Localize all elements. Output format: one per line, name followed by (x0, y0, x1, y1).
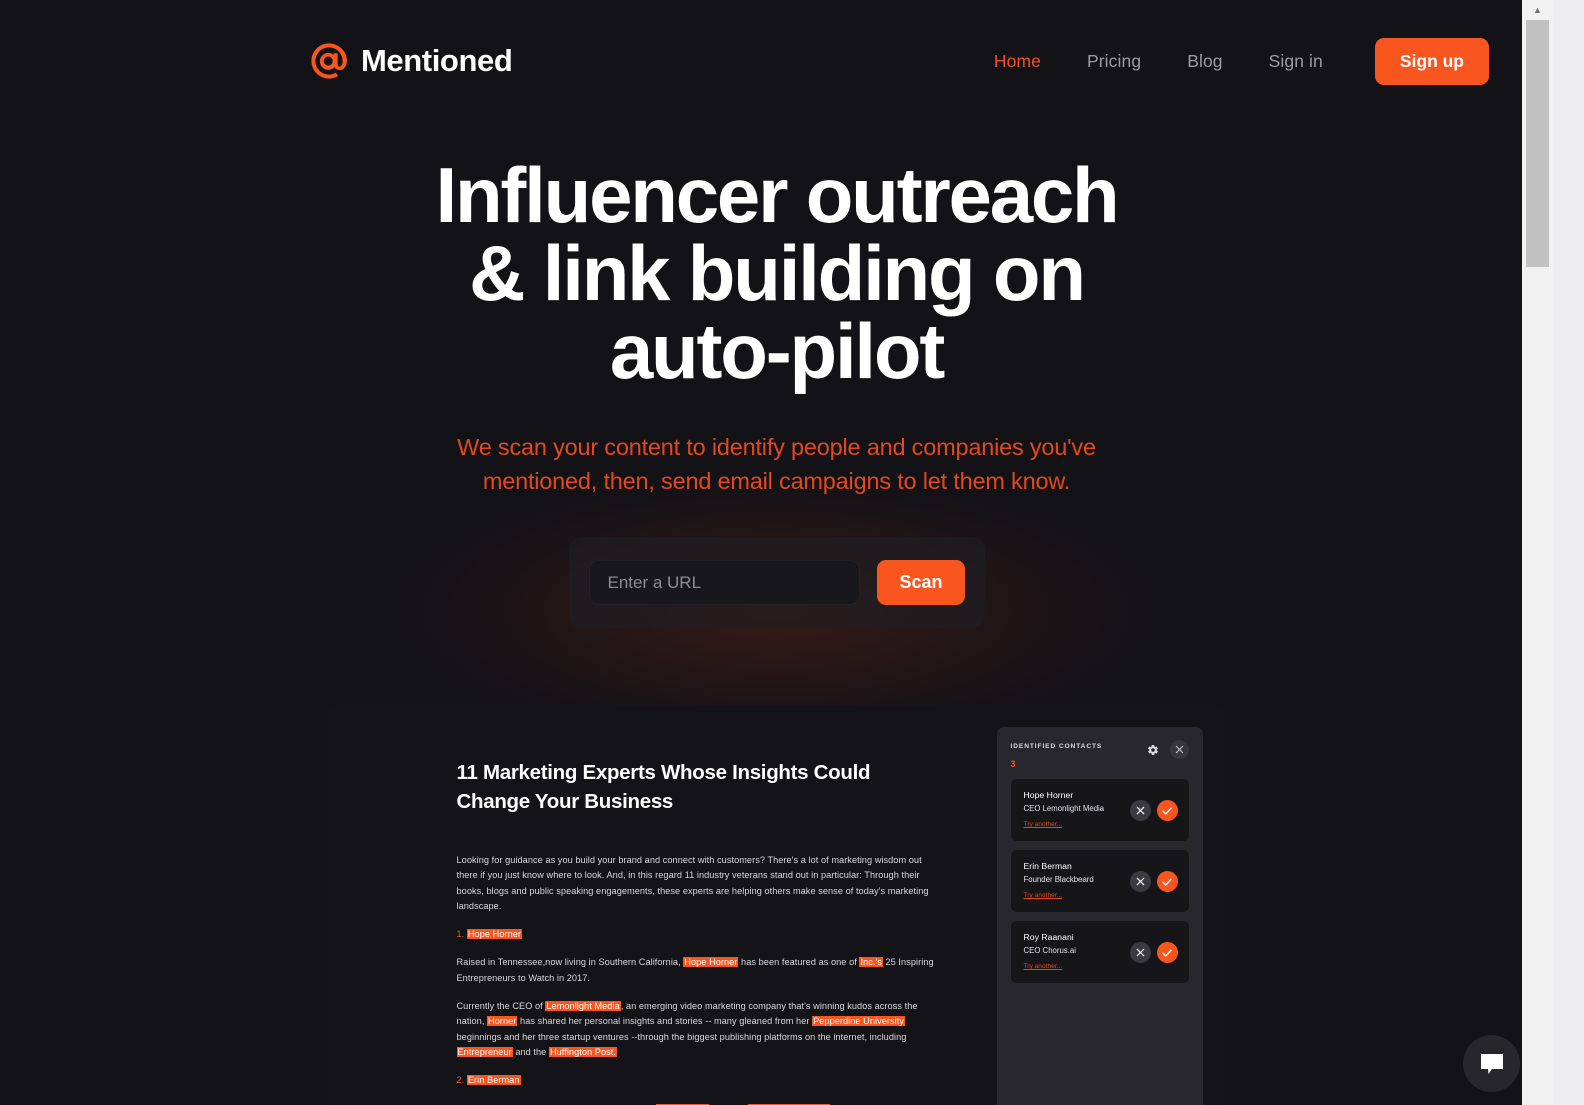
brand-logo[interactable]: Mentioned (310, 42, 513, 80)
highlighted-entity: Entrepreneur (456, 1046, 513, 1057)
article-paragraph: 2. Erin Berman (457, 1073, 935, 1088)
article-paragraph: A self-described storyteller and brand s… (457, 1102, 935, 1105)
reject-contact-button[interactable] (1129, 800, 1151, 821)
brand-name: Mentioned (361, 43, 513, 78)
close-icon[interactable] (1169, 740, 1189, 759)
highlighted-entity: Hope Horner (466, 929, 523, 940)
accept-contact-button[interactable] (1156, 871, 1178, 892)
contact-name: Hope Horner (1023, 790, 1074, 800)
highlighted-entity: Erin Berman (466, 1075, 521, 1086)
reject-contact-button[interactable] (1129, 942, 1151, 963)
contact-name: Roy Raanani (1023, 932, 1074, 942)
article-text: beginnings and her three startup venture… (456, 1031, 907, 1042)
panel-actions (1144, 740, 1189, 759)
article-paragraph: Looking for guidance as you build your b… (456, 855, 929, 911)
demo-article-body: Looking for guidance as you build your b… (456, 853, 935, 1105)
list-number: 1. (456, 929, 467, 940)
contacts-list: Hope Horner CEO Lemonlight Media Try anoth… (1010, 779, 1189, 983)
demo-article-title: 11 Marketing Experts Whose Insights Coul… (456, 761, 871, 813)
accept-contact-button[interactable] (1156, 800, 1178, 821)
chat-widget-button[interactable] (1463, 1035, 1520, 1092)
highlighted-entity: Huffington Post. (548, 1046, 617, 1057)
contact-role: CEO Lemonlight Media (1023, 804, 1105, 813)
nav-link-blog[interactable]: Blog (1187, 51, 1222, 72)
page-scrollbar[interactable]: ▲ (1522, 0, 1553, 1105)
at-symbol-icon (311, 43, 347, 79)
contact-actions (1129, 800, 1178, 821)
contact-role: Founder Blackbeard (1023, 875, 1094, 884)
reject-contact-button[interactable] (1129, 871, 1151, 892)
gear-icon[interactable] (1144, 740, 1163, 759)
article-paragraph: Raised in Tennessee,now living in Southe… (457, 955, 935, 986)
contact-info: Hope Horner CEO Lemonlight Media Try anoth… (1024, 790, 1105, 831)
highlighted-entity: Lemonlight Media (545, 1001, 621, 1012)
contact-actions (1129, 871, 1178, 892)
headline-line-2: & link building on (469, 229, 1086, 317)
highlighted-entity: Inc.'s (859, 957, 883, 968)
panel-header: IDENTIFIED CONTACTS 3 (1011, 740, 1189, 769)
product-demo-card: 11 Marketing Experts Whose Insights Coul… (326, 705, 1227, 1105)
nav-link-home[interactable]: Home (994, 51, 1041, 72)
contact-info: Erin Berman Founder Blackbeard Try another… (1024, 861, 1094, 902)
panel-title: IDENTIFIED CONTACTS (1010, 743, 1103, 750)
article-paragraph: Currently the CEO of Lemonlight Media, a… (456, 999, 935, 1060)
contact-card: Roy Raanani CEO Chorus.ai Try another... (1010, 921, 1189, 983)
headline-line-1: Influencer outreach (435, 151, 1119, 239)
site-header: Mentioned Home Pricing Blog Sign in Sign… (0, 0, 1553, 98)
article-text: Raised in Tennessee,now living in Southe… (456, 957, 684, 968)
nav-link-pricing[interactable]: Pricing (1087, 51, 1141, 72)
try-another-link[interactable]: Try another... (1024, 821, 1063, 828)
headline-line-3: auto-pilot (609, 307, 945, 395)
article-text: has shared her personal insights and sto… (517, 1016, 813, 1027)
page-title: Influencer outreach & link building on a… (0, 156, 1553, 390)
browser-viewport: Mentioned Home Pricing Blog Sign in Sign… (0, 0, 1553, 1105)
hero-subtitle: We scan your content to identify people … (457, 434, 1096, 494)
chat-bubble-icon (1480, 1053, 1503, 1074)
nav-link-signin[interactable]: Sign in (1269, 51, 1323, 72)
scrollbar-up-arrow[interactable]: ▲ (1522, 0, 1553, 20)
contact-name: Erin Berman (1023, 861, 1072, 871)
scan-form: Scan (568, 537, 985, 628)
article-paragraph: 1. Hope Horner (457, 927, 935, 942)
article-text: and the (512, 1046, 549, 1057)
contact-role: CEO Chorus.ai (1023, 946, 1076, 955)
url-input[interactable] (588, 560, 861, 605)
contact-card: Hope Horner CEO Lemonlight Media Try anoth… (1010, 779, 1189, 841)
contact-actions (1129, 942, 1178, 963)
article-text: Currently the CEO of (456, 1001, 546, 1012)
try-another-link[interactable]: Try another... (1024, 892, 1063, 899)
article-text: has been featured as one of (738, 957, 860, 968)
highlighted-entity: Horner (487, 1016, 518, 1027)
try-another-link[interactable]: Try another... (1024, 963, 1063, 970)
highlighted-entity: Hope Horner (683, 957, 739, 968)
hero-section: Influencer outreach & link building on a… (0, 98, 1553, 628)
signup-button[interactable]: Sign up (1374, 37, 1489, 85)
contact-card: Erin Berman Founder Blackbeard Try another… (1010, 850, 1189, 912)
main-navigation: Home Pricing Blog Sign in Sign up (994, 37, 1489, 85)
highlighted-entity: Pepperdine University (812, 1016, 906, 1027)
scan-button[interactable]: Scan (877, 560, 965, 605)
demo-article: 11 Marketing Experts Whose Insights Coul… (327, 705, 997, 1105)
contact-info: Roy Raanani CEO Chorus.ai Try another... (1024, 932, 1076, 973)
accept-contact-button[interactable] (1156, 942, 1178, 963)
list-number: 2. (456, 1075, 467, 1086)
scrollbar-thumb[interactable] (1526, 20, 1549, 267)
contacts-count: 3 (1010, 759, 1016, 769)
identified-contacts-panel: IDENTIFIED CONTACTS 3 Hope Horner CEO Le… (996, 727, 1203, 1105)
